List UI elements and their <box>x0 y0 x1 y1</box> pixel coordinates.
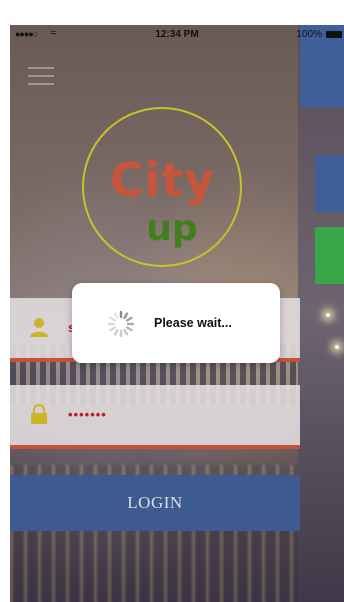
menu-icon[interactable] <box>28 67 54 87</box>
status-time: 12:34 PM <box>155 29 199 40</box>
spinner-icon <box>107 310 135 338</box>
battery-icon <box>326 31 342 38</box>
logo-city-text: City <box>109 153 216 207</box>
status-bar: ●●●●○ ≈ 12:34 PM 100% <box>10 25 344 45</box>
battery-percent: 100% <box>296 29 322 40</box>
city-light <box>326 313 330 317</box>
side-menu-panel <box>298 25 344 602</box>
side-panel-blue-button[interactable] <box>315 155 344 212</box>
logo-up-text: up <box>146 208 198 249</box>
password-field[interactable]: ••••••• <box>10 385 300 449</box>
app-screen: ●●●●○ ≈ 12:34 PM 100% City up s ••••••• … <box>10 25 344 602</box>
user-icon <box>30 318 48 337</box>
lock-icon <box>31 404 47 424</box>
side-panel-green-button[interactable] <box>315 227 344 284</box>
city-light <box>335 345 339 349</box>
loading-dialog: Please wait... <box>72 283 280 363</box>
login-button[interactable]: LOGIN <box>10 475 300 531</box>
password-value: ••••••• <box>68 407 107 422</box>
loading-message: Please wait... <box>154 316 232 330</box>
